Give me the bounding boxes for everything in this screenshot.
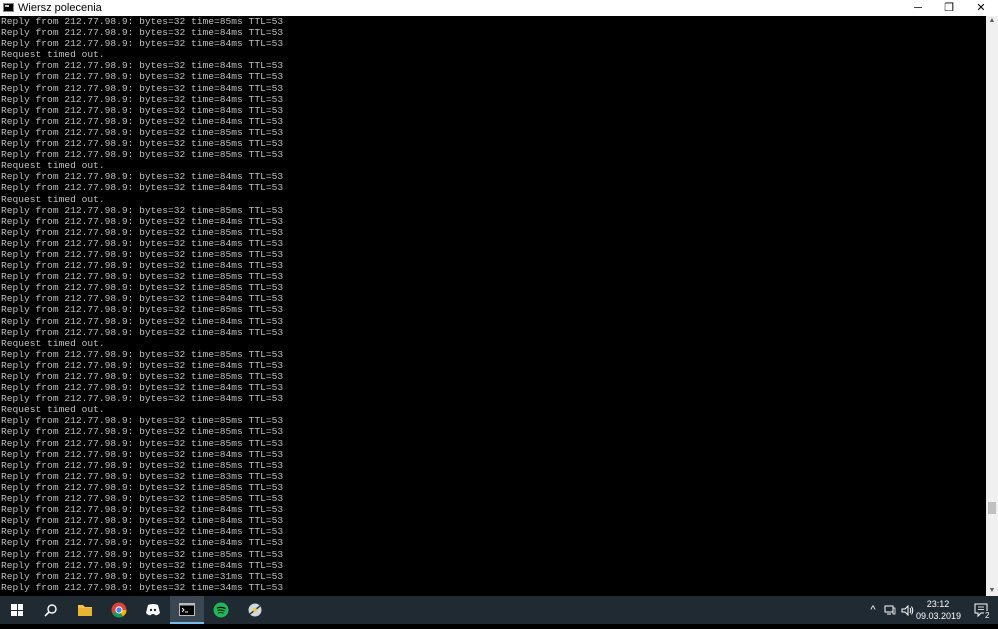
close-button[interactable]: ✕ [965,0,997,16]
console-line: Reply from 212.77.98.9: bytes=32 time=84… [1,293,284,305]
console-line: Reply from 212.77.98.9: bytes=32 time=84… [1,104,284,116]
console-line: Reply from 212.77.98.9: bytes=32 time=84… [1,182,284,194]
console-line: Reply from 212.77.98.9: bytes=32 time=84… [1,260,284,272]
taskbar-app[interactable] [238,596,272,624]
console-line: Reply from 212.77.98.9: bytes=32 time=84… [1,315,284,327]
console-line: Reply from 212.77.98.9: bytes=32 time=85… [1,459,284,471]
console-line: Reply from 212.77.98.9: bytes=32 time=85… [1,204,284,216]
console-line: Reply from 212.77.98.9: bytes=32 time=84… [1,359,284,371]
scroll-down-icon[interactable]: ▼ [988,586,996,596]
console-line: Reply from 212.77.98.9: bytes=32 time=84… [1,38,284,50]
console-line: Reply from 212.77.98.9: bytes=32 time=85… [1,138,284,150]
console-line: Reply from 212.77.98.9: bytes=32 time=84… [1,71,284,83]
console-line: Reply from 212.77.98.9: bytes=32 time=84… [1,515,284,527]
scroll-up-icon[interactable]: ▲ [988,16,996,26]
taskbar-command-prompt[interactable] [170,596,204,624]
console-line: Reply from 212.77.98.9: bytes=32 time=85… [1,371,284,382]
console-line: Reply from 212.77.98.9: bytes=32 time=84… [1,559,284,571]
console-line: Reply from 212.77.98.9: bytes=32 time=84… [1,326,284,338]
taskbar-discord[interactable] [136,596,170,624]
console-line: Reply from 212.77.98.9: bytes=32 time=84… [1,82,284,94]
taskbar-file-explorer[interactable] [68,596,102,624]
terminal-icon [179,602,195,616]
console-line: Reply from 212.77.98.9: bytes=32 time=84… [1,448,284,460]
title-bar[interactable]: Wiersz polecenia ─ ❐ ✕ [0,0,998,16]
scroll-thumb[interactable] [988,502,996,514]
console-line: Reply from 212.77.98.9: bytes=32 time=31… [1,570,284,582]
search-button[interactable] [34,596,68,624]
console-line: Reply from 212.77.98.9: bytes=32 time=85… [1,548,284,560]
taskbar-chrome[interactable] [102,596,136,624]
console-line: Reply from 212.77.98.9: bytes=32 time=85… [1,271,284,283]
console-line: Reply from 212.77.98.9: bytes=32 time=85… [1,16,284,27]
console-line: Reply from 212.77.98.9: bytes=32 time=85… [1,226,284,238]
action-center-button[interactable]: 2 [964,596,998,624]
console-line: Reply from 212.77.98.9: bytes=32 time=84… [1,215,284,227]
folder-icon [78,605,92,616]
tray-volume[interactable] [899,596,915,624]
console-line: Reply from 212.77.98.9: bytes=32 time=85… [1,248,284,260]
console-line: Reply from 212.77.98.9: bytes=32 time=34… [1,581,284,593]
restore-button[interactable]: ❐ [933,0,965,16]
console-line: Reply from 212.77.98.9: bytes=32 time=83… [1,470,284,482]
windows-logo-icon [11,604,23,616]
console-line: Reply from 212.77.98.9: bytes=32 time=84… [1,382,284,394]
console-line: Reply from 212.77.98.9: bytes=32 time=85… [1,282,284,294]
taskbar-clock[interactable]: 23:12 09.03.2019 [916,598,962,622]
console-line: Reply from 212.77.98.9: bytes=32 time=85… [1,493,284,505]
clock-time: 23:12 [926,599,950,609]
console-line: Request timed out. [1,337,105,349]
console-line: Reply from 212.77.98.9: bytes=32 time=84… [1,115,284,127]
notification-count: 2 [984,611,991,620]
spotify-icon [213,602,229,618]
chrome-icon [111,602,127,618]
discord-icon [146,604,160,616]
network-icon [884,605,896,615]
cmd-app-icon [3,3,14,12]
taskbar-spotify[interactable] [204,596,238,624]
notification-icon [974,603,988,618]
console-line: Reply from 212.77.98.9: bytes=32 time=84… [1,504,284,516]
console-line: Reply from 212.77.98.9: bytes=32 time=84… [1,237,284,249]
console-line: Reply from 212.77.98.9: bytes=32 time=84… [1,537,284,549]
taskbar: ^ 23:12 09.03.2019 2 [0,596,998,624]
console-line: Reply from 212.77.98.9: bytes=32 time=85… [1,126,284,138]
console-line: Reply from 212.77.98.9: bytes=32 time=85… [1,149,284,161]
console-line: Reply from 212.77.98.9: bytes=32 time=84… [1,27,284,39]
console-line: Reply from 212.77.98.9: bytes=32 time=85… [1,426,284,438]
console-output[interactable]: Reply from 212.77.98.9: bytes=32 time=85… [0,16,986,596]
vertical-scrollbar[interactable]: ▲ ▼ [986,16,998,596]
console-line: Request timed out. [1,404,105,416]
console-line: Reply from 212.77.98.9: bytes=32 time=84… [1,60,284,72]
console-line: Reply from 212.77.98.9: bytes=32 time=84… [1,93,284,105]
window-title: Wiersz polecenia [18,2,102,14]
console-line: Reply from 212.77.98.9: bytes=32 time=85… [1,481,284,493]
tray-network[interactable] [882,596,898,624]
tray-overflow-chevron[interactable]: ^ [866,596,880,624]
search-icon [44,604,57,617]
start-button[interactable] [0,596,34,624]
console-line: Request timed out. [1,49,105,61]
console-line: Reply from 212.77.98.9: bytes=32 time=85… [1,304,284,316]
console-line: Reply from 212.77.98.9: bytes=32 time=84… [1,526,284,538]
console-line: Request timed out. [1,160,105,172]
console-line: Reply from 212.77.98.9: bytes=32 time=85… [1,437,284,449]
minimize-button[interactable]: ─ [902,0,934,16]
console-line: Reply from 212.77.98.9: bytes=32 time=84… [1,393,284,405]
console-line: Reply from 212.77.98.9: bytes=32 time=85… [1,415,284,427]
console-line: Reply from 212.77.98.9: bytes=32 time=85… [1,348,284,360]
console-line: Request timed out. [1,193,105,205]
volume-icon [901,604,913,616]
console-line: Reply from 212.77.98.9: bytes=32 time=84… [1,171,284,183]
clock-date: 09.03.2019 [916,611,962,621]
app-icon [248,603,262,617]
